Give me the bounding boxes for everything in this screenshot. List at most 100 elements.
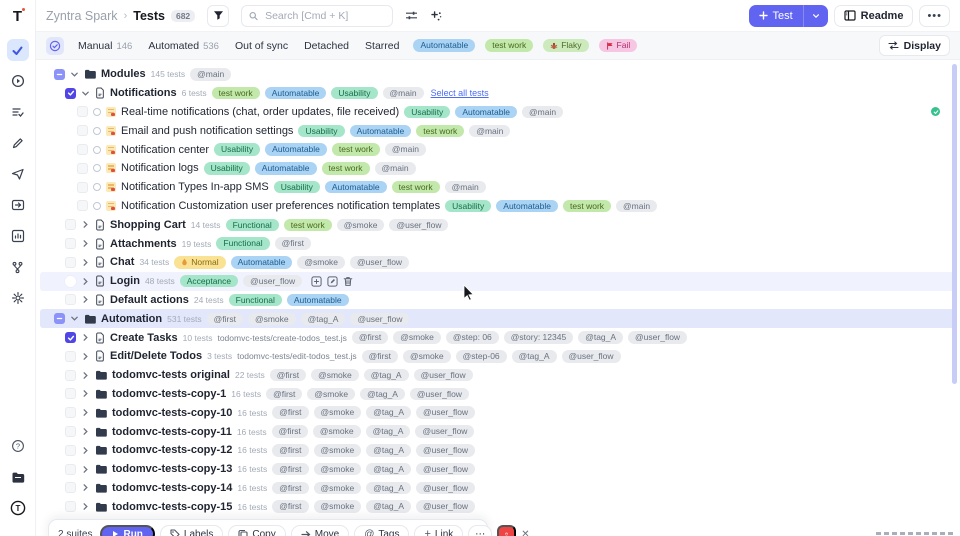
folder-row[interactable]: todomvc-tests-copy-1116 tests@first@smok… (40, 422, 956, 441)
row-tag[interactable]: @tag_A (364, 369, 409, 382)
row-tag[interactable]: @tag_A (366, 463, 411, 476)
row-label[interactable]: Email and push notification settings (121, 125, 293, 137)
row-tag[interactable]: @main (616, 200, 657, 213)
row-tag[interactable]: @smoke (307, 388, 355, 401)
row-checkbox[interactable] (65, 238, 76, 249)
row-tag[interactable]: @user_flow (389, 219, 448, 232)
row-tag[interactable]: @first (275, 237, 311, 250)
row-tag[interactable]: Usability (204, 162, 250, 175)
add-test-split-button[interactable]: Test (749, 5, 827, 27)
row-tag[interactable]: @step: 06 (446, 331, 499, 344)
sidebar-item-branches[interactable] (7, 256, 29, 278)
row-tag[interactable]: @first (270, 369, 306, 382)
row-tag[interactable]: Automatable (265, 143, 327, 156)
row-label[interactable]: todomvc-tests original (112, 369, 230, 381)
display-button[interactable]: Display (879, 35, 950, 56)
row-tag[interactable]: @first (266, 388, 302, 401)
row-tag[interactable]: Automatable (350, 125, 412, 138)
suite-row[interactable]: Default actions24 testsFunctionalAutomat… (40, 291, 956, 310)
add-test-dropdown[interactable] (803, 5, 828, 27)
row-checkbox[interactable] (65, 370, 76, 381)
row-checkbox[interactable] (65, 276, 76, 287)
folder-row[interactable]: todomvc-tests-copy-1516 tests@first@smok… (40, 497, 956, 516)
row-tag[interactable]: @user_flow (350, 313, 409, 326)
test-row[interactable]: Email and push notification settingsUsab… (40, 121, 956, 140)
row-tag[interactable]: @smoke (314, 406, 362, 419)
row-tag[interactable]: Usability (274, 181, 320, 194)
test-row[interactable]: Real-time notifications (chat, order upd… (40, 103, 956, 122)
row-tag[interactable]: @user_flow (243, 275, 302, 288)
row-label[interactable]: todomvc-tests-copy-13 (112, 463, 232, 475)
row-tag[interactable]: Functional (226, 219, 279, 232)
row-label[interactable]: Notifications (110, 87, 177, 99)
row-tag[interactable]: @tag_A (366, 500, 411, 513)
row-tag[interactable]: @user_flow (415, 425, 474, 438)
chevron-right-icon[interactable] (81, 483, 90, 492)
suite-row[interactable]: Notifications6 teststest workAutomatable… (40, 84, 956, 103)
filter-tag-flaky[interactable]: Flaky (543, 39, 588, 52)
row-label[interactable]: Shopping Cart (110, 219, 186, 231)
row-tag[interactable]: @main (385, 143, 426, 156)
link-button[interactable]: + Link (414, 525, 463, 536)
row-tag[interactable]: @user_flow (416, 463, 475, 476)
sidebar-item-settings[interactable] (7, 287, 29, 309)
sidebar-item-pulse[interactable] (7, 163, 29, 185)
row-label[interactable]: Notification Types In-app SMS (121, 181, 269, 193)
row-label[interactable]: Real-time notifications (chat, order upd… (121, 106, 399, 118)
row-checkbox[interactable] (65, 426, 76, 437)
row-tag[interactable]: @first (272, 500, 308, 513)
row-checkbox[interactable] (65, 332, 76, 343)
row-checkbox[interactable] (54, 313, 65, 324)
tags-button[interactable]: @ Tags (354, 525, 409, 536)
profile-avatar[interactable]: T (7, 497, 29, 519)
row-tag[interactable]: @first (272, 444, 308, 457)
chevron-down-icon[interactable] (81, 89, 90, 98)
test-row[interactable]: Notification centerUsabilityAutomatablet… (40, 140, 956, 159)
row-tag[interactable]: @user_flow (416, 406, 475, 419)
row-checkbox[interactable] (65, 464, 76, 475)
row-tag[interactable]: @smoke (337, 219, 385, 232)
chevron-right-icon[interactable] (81, 502, 90, 511)
row-tag[interactable]: @smoke (314, 444, 362, 457)
row-label[interactable]: Edit/Delete Todos (110, 350, 202, 362)
row-tag[interactable]: @main (383, 87, 424, 100)
row-label[interactable]: Notification logs (121, 162, 199, 174)
row-label[interactable]: todomvc-tests-copy-12 (112, 444, 232, 456)
suite-row[interactable]: Edit/Delete Todos3 teststodomvc-tests/ed… (40, 347, 956, 366)
filter-tag-test-work[interactable]: test work (485, 39, 533, 52)
folder-row[interactable]: todomvc-tests-copy-1316 tests@first@smok… (40, 460, 956, 479)
search-input[interactable] (263, 9, 385, 23)
row-tag[interactable]: Usability (404, 106, 450, 119)
row-tag[interactable]: @smoke (297, 256, 345, 269)
row-tag[interactable]: @tag_A (366, 482, 411, 495)
row-tag[interactable]: @user_flow (414, 369, 473, 382)
filter-item-automated[interactable]: Automated536 (148, 40, 219, 52)
help-button[interactable]: ? (7, 435, 29, 457)
chevron-right-icon[interactable] (81, 239, 90, 248)
selection-count-link[interactable]: 2 suites (58, 529, 92, 536)
row-label[interactable]: todomvc-tests-copy-11 (112, 426, 232, 438)
row-tag[interactable]: test work (212, 87, 260, 100)
add-test-inline-button[interactable] (311, 276, 322, 287)
chevron-right-icon[interactable] (81, 352, 90, 361)
row-tag[interactable]: Automatable (255, 162, 317, 175)
filter-button[interactable] (207, 5, 229, 27)
row-tag[interactable]: @user_flow (416, 444, 475, 457)
filter-item-starred[interactable]: Starred (365, 40, 399, 52)
row-label[interactable]: todomvc-tests-copy-10 (112, 407, 232, 419)
row-tag[interactable]: @smoke (314, 500, 362, 513)
row-label[interactable]: todomvc-tests-copy-15 (112, 501, 232, 513)
suite-row[interactable]: Attachments19 testsFunctional@first (40, 234, 956, 253)
row-label[interactable]: Automation (101, 313, 162, 325)
row-tag[interactable]: @tag_A (366, 444, 411, 457)
row-tag[interactable]: @tag_A (360, 388, 405, 401)
row-tag[interactable]: @user_flow (350, 256, 409, 269)
chevron-right-icon[interactable] (81, 258, 90, 267)
row-tag[interactable]: @first (272, 463, 308, 476)
row-label[interactable]: todomvc-tests-copy-1 (112, 388, 226, 400)
row-tag[interactable]: @user_flow (416, 500, 475, 513)
search-box[interactable] (241, 5, 393, 27)
row-checkbox[interactable] (65, 351, 76, 362)
row-label[interactable]: Notification center (121, 144, 209, 156)
filter-item-detached[interactable]: Detached (304, 40, 349, 52)
